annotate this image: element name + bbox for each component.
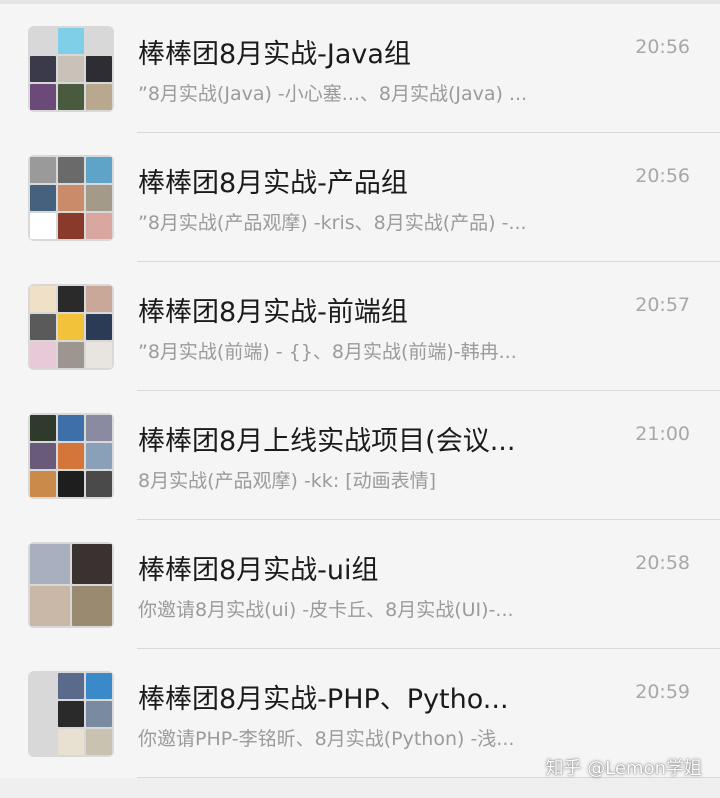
- watermark: 知乎 @Lemon学姐: [545, 758, 702, 779]
- chat-preview: ”8月实战(Java) -小心塞...、8月实战(Java) ...: [138, 83, 528, 105]
- chat-title: 棒棒团8月实战-前端组: [138, 297, 408, 328]
- chat-title: 棒棒团8月实战-Java组: [138, 39, 411, 70]
- member-avatar: [72, 544, 112, 584]
- group-avatar: [28, 284, 114, 370]
- member-avatar: [30, 314, 56, 340]
- member-avatar: [58, 673, 84, 699]
- chat-time: 20:58: [635, 552, 690, 574]
- member-avatar: [86, 157, 112, 183]
- chat-time: 20:56: [635, 36, 690, 58]
- chat-time: 20:59: [635, 681, 690, 703]
- member-avatar: [58, 185, 84, 211]
- chat-title: 棒棒团8月实战-产品组: [138, 168, 408, 199]
- member-avatar: [30, 729, 56, 755]
- member-avatar: [30, 586, 70, 626]
- member-avatar: [58, 28, 84, 54]
- chat-time: 20:56: [635, 165, 690, 187]
- member-avatar: [86, 56, 112, 82]
- group-avatar: [28, 155, 114, 241]
- chat-preview: ”8月实战(前端) - {}、8月实战(前端)-韩冉...: [138, 341, 517, 363]
- member-avatar: [30, 84, 56, 110]
- member-avatar: [58, 157, 84, 183]
- chat-title: 棒棒团8月实战-ui组: [138, 555, 379, 586]
- member-avatar: [86, 342, 112, 368]
- member-avatar: [86, 286, 112, 312]
- chat-title: 棒棒团8月上线实战项目(会议...: [138, 426, 516, 457]
- member-avatar: [86, 415, 112, 441]
- chat-time: 21:00: [635, 423, 690, 445]
- member-avatar: [86, 213, 112, 239]
- member-avatar: [58, 415, 84, 441]
- member-avatar: [86, 84, 112, 110]
- member-avatar: [30, 28, 56, 54]
- group-avatar: [28, 26, 114, 112]
- member-avatar: [58, 286, 84, 312]
- member-avatar: [86, 314, 112, 340]
- member-avatar: [58, 56, 84, 82]
- group-avatar: [28, 542, 114, 628]
- chat-item[interactable]: 棒棒团8月实战-ui组 你邀请8月实战(ui) -皮卡丘、8月实战(UI)-..…: [0, 520, 720, 649]
- member-avatar: [72, 586, 112, 626]
- chat-item[interactable]: 棒棒团8月上线实战项目(会议... 8月实战(产品观摩) -kk: [动画表情]…: [0, 391, 720, 520]
- member-avatar: [86, 443, 112, 469]
- member-avatar: [30, 213, 56, 239]
- group-avatar: [28, 413, 114, 499]
- member-avatar: [58, 701, 84, 727]
- group-avatar: [28, 671, 114, 757]
- member-avatar: [58, 314, 84, 340]
- member-avatar: [30, 701, 56, 727]
- member-avatar: [30, 157, 56, 183]
- member-avatar: [30, 286, 56, 312]
- member-avatar: [30, 342, 56, 368]
- member-avatar: [30, 471, 56, 497]
- chat-preview: 8月实战(产品观摩) -kk: [动画表情]: [138, 470, 437, 492]
- chat-title: 棒棒团8月实战-PHP、Pytho...: [138, 684, 509, 715]
- member-avatar: [58, 342, 84, 368]
- member-avatar: [86, 729, 112, 755]
- member-avatar: [58, 729, 84, 755]
- member-avatar: [30, 673, 56, 699]
- chat-item[interactable]: 棒棒团8月实战-前端组 ”8月实战(前端) - {}、8月实战(前端)-韩冉..…: [0, 262, 720, 391]
- member-avatar: [58, 471, 84, 497]
- member-avatar: [30, 544, 70, 584]
- member-avatar: [30, 185, 56, 211]
- chat-list: 棒棒团8月实战-Java组 ”8月实战(Java) -小心塞...、8月实战(J…: [0, 4, 720, 778]
- member-avatar: [86, 185, 112, 211]
- member-avatar: [86, 471, 112, 497]
- member-avatar: [30, 415, 56, 441]
- member-avatar: [58, 84, 84, 110]
- member-avatar: [86, 673, 112, 699]
- member-avatar: [30, 443, 56, 469]
- chat-preview: ”8月实战(产品观摩) -kris、8月实战(产品) -...: [138, 212, 527, 234]
- chat-time: 20:57: [635, 294, 690, 316]
- chat-item[interactable]: 棒棒团8月实战-产品组 ”8月实战(产品观摩) -kris、8月实战(产品) -…: [0, 133, 720, 262]
- member-avatar: [30, 56, 56, 82]
- chat-preview: 你邀请8月实战(ui) -皮卡丘、8月实战(UI)-...: [138, 599, 514, 621]
- member-avatar: [58, 443, 84, 469]
- member-avatar: [86, 701, 112, 727]
- member-avatar: [86, 28, 112, 54]
- chat-preview: 你邀请PHP-李铭昕、8月实战(Python) -浅...: [138, 728, 515, 750]
- member-avatar: [58, 213, 84, 239]
- chat-item[interactable]: 棒棒团8月实战-Java组 ”8月实战(Java) -小心塞...、8月实战(J…: [0, 4, 720, 133]
